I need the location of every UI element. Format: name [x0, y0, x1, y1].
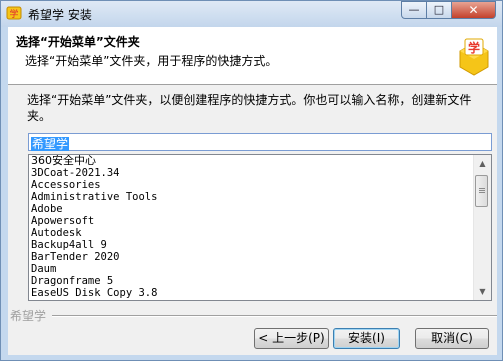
- thumb-grip: [479, 192, 485, 193]
- page-header: 选择“开始菜单”文件夹 选择“开始菜单”文件夹，用于程序的快捷方式。 学: [8, 27, 497, 85]
- folder-list-item[interactable]: EaseUS Disk Copy 3.8: [31, 287, 459, 299]
- app-icon: 学: [6, 6, 22, 20]
- thumb-grip: [479, 190, 485, 191]
- footer-divider: [52, 315, 497, 317]
- client-area: 选择“开始菜单”文件夹 选择“开始菜单”文件夹，用于程序的快捷方式。 学 选择“…: [8, 27, 497, 355]
- folder-list-item[interactable]: 360安全中心: [31, 155, 459, 167]
- thumb-grip: [479, 188, 485, 189]
- folder-list-item[interactable]: Administrative Tools: [31, 191, 459, 203]
- install-button[interactable]: 安装(I): [333, 328, 400, 349]
- instruction-text: 选择“开始菜单”文件夹，以便创建程序的快捷方式。你也可以输入名称，创建新文件夹。: [27, 93, 472, 123]
- scroll-down-arrow-icon[interactable]: ▼: [474, 283, 491, 300]
- vertical-scrollbar[interactable]: ▲ ▼: [473, 155, 491, 300]
- xiwangxue-logo-icon: 学: [459, 38, 489, 76]
- folder-list-item[interactable]: BarTender 2020: [31, 251, 459, 263]
- start-menu-folder-input[interactable]: 希望学: [28, 133, 492, 151]
- title-bar[interactable]: 学 希望学 安装 — □ ✕: [1, 1, 502, 27]
- window-title: 希望学 安装: [28, 8, 92, 22]
- branding-text: 希望学: [10, 309, 47, 323]
- scroll-up-arrow-icon[interactable]: ▲: [474, 155, 491, 172]
- folder-list-item[interactable]: Apowersoft: [31, 215, 459, 227]
- minimize-button[interactable]: —: [401, 1, 427, 19]
- folder-input-selected-text: 希望学: [31, 137, 70, 151]
- folder-list-item[interactable]: Daum: [31, 263, 459, 275]
- cancel-button[interactable]: 取消(C): [415, 328, 489, 349]
- folder-list-item[interactable]: Backup4all 9: [31, 239, 459, 251]
- installer-window: 学 希望学 安装 — □ ✕ 选择“开始菜单”文件夹 选择“开始菜单”文件夹，用…: [0, 0, 503, 361]
- folder-list-item[interactable]: Accessories: [31, 179, 459, 191]
- maximize-button[interactable]: □: [426, 1, 452, 19]
- page-subtitle: 选择“开始菜单”文件夹，用于程序的快捷方式。: [25, 54, 278, 68]
- folder-list-item[interactable]: Adobe: [31, 203, 459, 215]
- folder-list-item[interactable]: Dragonframe 5: [31, 275, 459, 287]
- folder-listbox[interactable]: 360安全中心 3DCoat-2021.34 Accessories Administ…: [28, 154, 492, 301]
- folder-list: 360安全中心 3DCoat-2021.34 Accessories Administ…: [31, 155, 459, 299]
- page-title: 选择“开始菜单”文件夹: [16, 35, 140, 49]
- close-button[interactable]: ✕: [451, 1, 496, 19]
- svg-text:学: 学: [9, 8, 18, 20]
- scrollbar-thumb[interactable]: [475, 175, 488, 207]
- folder-list-item[interactable]: 3DCoat-2021.34: [31, 167, 459, 179]
- back-button[interactable]: < 上一步(P): [254, 328, 329, 349]
- svg-text:学: 学: [468, 40, 480, 55]
- folder-list-item[interactable]: Autodesk: [31, 227, 459, 239]
